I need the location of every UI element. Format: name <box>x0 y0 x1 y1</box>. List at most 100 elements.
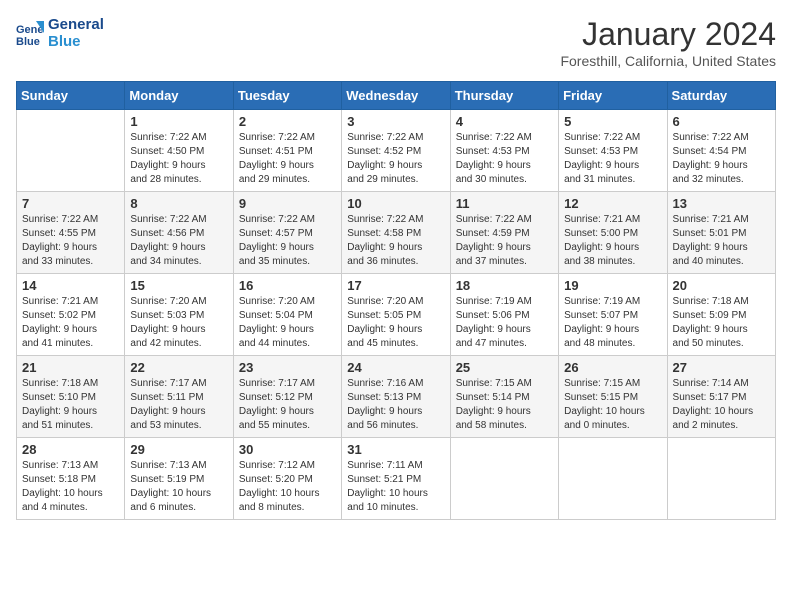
calendar-cell: 14 Sunrise: 7:21 AM Sunset: 5:02 PM Dayli… <box>17 274 125 356</box>
calendar-cell: 23Sunrise: 7:17 AM Sunset: 5:12 PM Dayli… <box>233 356 341 438</box>
calendar-cell: 29 Sunrise: 7:13 AM Sunset: 5:19 PM Dayli… <box>125 438 233 520</box>
day-info: Sunrise: 7:21 AM Sunset: 5:01 PM Dayligh… <box>673 213 770 269</box>
day-info: Sunrise: 7:22 AM Sunset: 4:56 PM Dayligh… <box>130 213 227 269</box>
calendar-cell: 4 Sunrise: 7:22 AM Sunset: 4:53 PM Daylig… <box>450 110 558 192</box>
day-number: 12 <box>564 196 661 211</box>
day-number: 3 <box>347 114 444 129</box>
day-number: 14 <box>22 278 119 293</box>
day-info: Sunrise: 7:11 AM Sunset: 5:21 PM Dayligh… <box>347 459 444 515</box>
day-info: Sunrise: 7:22 AM Sunset: 4:57 PM Dayligh… <box>239 213 336 269</box>
day-number: 23 <box>239 360 336 375</box>
day-number: 25 <box>456 360 553 375</box>
logo-line1: General <box>48 16 104 33</box>
day-number: 8 <box>130 196 227 211</box>
page-header: General Blue General Blue January 2024 F… <box>16 16 776 69</box>
day-number: 6 <box>673 114 770 129</box>
day-number: 1 <box>130 114 227 129</box>
day-info: Sunrise: 7:21 AM Sunset: 5:00 PM Dayligh… <box>564 213 661 269</box>
day-number: 11 <box>456 196 553 211</box>
calendar-cell: 10 Sunrise: 7:22 AM Sunset: 4:58 PM Dayli… <box>342 192 450 274</box>
calendar-header-monday: Monday <box>125 82 233 110</box>
day-info: Sunrise: 7:16 AM Sunset: 5:13 PM Dayligh… <box>347 377 444 433</box>
calendar-cell: 24 Sunrise: 7:16 AM Sunset: 5:13 PM Dayli… <box>342 356 450 438</box>
logo-icon: General Blue <box>16 19 44 47</box>
calendar-cell: 26Sunrise: 7:15 AM Sunset: 5:15 PM Dayli… <box>559 356 667 438</box>
calendar-cell: 2Sunrise: 7:22 AM Sunset: 4:51 PM Daylig… <box>233 110 341 192</box>
calendar-cell: 9 Sunrise: 7:22 AM Sunset: 4:57 PM Daylig… <box>233 192 341 274</box>
day-number: 19 <box>564 278 661 293</box>
calendar-header-tuesday: Tuesday <box>233 82 341 110</box>
day-number: 30 <box>239 442 336 457</box>
calendar-cell: 11 Sunrise: 7:22 AM Sunset: 4:59 PM Dayli… <box>450 192 558 274</box>
day-number: 4 <box>456 114 553 129</box>
day-info: Sunrise: 7:12 AM Sunset: 5:20 PM Dayligh… <box>239 459 336 515</box>
location: Foresthill, California, United States <box>560 53 776 69</box>
calendar-table: SundayMondayTuesdayWednesdayThursdayFrid… <box>16 81 776 520</box>
calendar-week-row: 1 Sunrise: 7:22 AM Sunset: 4:50 PM Daylig… <box>17 110 776 192</box>
calendar-cell: 16 Sunrise: 7:20 AM Sunset: 5:04 PM Dayli… <box>233 274 341 356</box>
calendar-cell: 12 Sunrise: 7:21 AM Sunset: 5:00 PM Dayli… <box>559 192 667 274</box>
calendar-cell: 7 Sunrise: 7:22 AM Sunset: 4:55 PM Daylig… <box>17 192 125 274</box>
day-info: Sunrise: 7:20 AM Sunset: 5:05 PM Dayligh… <box>347 295 444 351</box>
day-info: Sunrise: 7:14 AM Sunset: 5:17 PM Dayligh… <box>673 377 770 433</box>
calendar-cell: 5Sunrise: 7:22 AM Sunset: 4:53 PM Daylig… <box>559 110 667 192</box>
day-info: Sunrise: 7:19 AM Sunset: 5:07 PM Dayligh… <box>564 295 661 351</box>
calendar-cell: 30 Sunrise: 7:12 AM Sunset: 5:20 PM Dayli… <box>233 438 341 520</box>
day-info: Sunrise: 7:22 AM Sunset: 4:53 PM Dayligh… <box>564 131 661 187</box>
day-info: Sunrise: 7:20 AM Sunset: 5:04 PM Dayligh… <box>239 295 336 351</box>
calendar-cell: 20Sunrise: 7:18 AM Sunset: 5:09 PM Dayli… <box>667 274 775 356</box>
calendar-cell: 15Sunrise: 7:20 AM Sunset: 5:03 PM Dayli… <box>125 274 233 356</box>
day-info: Sunrise: 7:18 AM Sunset: 5:09 PM Dayligh… <box>673 295 770 351</box>
day-info: Sunrise: 7:22 AM Sunset: 4:54 PM Dayligh… <box>673 131 770 187</box>
day-number: 31 <box>347 442 444 457</box>
calendar-cell: 8 Sunrise: 7:22 AM Sunset: 4:56 PM Daylig… <box>125 192 233 274</box>
logo-line2: Blue <box>48 33 104 50</box>
day-info: Sunrise: 7:22 AM Sunset: 4:53 PM Dayligh… <box>456 131 553 187</box>
day-info: Sunrise: 7:22 AM Sunset: 4:59 PM Dayligh… <box>456 213 553 269</box>
day-number: 22 <box>130 360 227 375</box>
day-number: 18 <box>456 278 553 293</box>
day-number: 29 <box>130 442 227 457</box>
day-number: 28 <box>22 442 119 457</box>
day-number: 9 <box>239 196 336 211</box>
calendar-header-sunday: Sunday <box>17 82 125 110</box>
calendar-cell: 6 Sunrise: 7:22 AM Sunset: 4:54 PM Daylig… <box>667 110 775 192</box>
day-info: Sunrise: 7:22 AM Sunset: 4:55 PM Dayligh… <box>22 213 119 269</box>
day-number: 24 <box>347 360 444 375</box>
calendar-header-row: SundayMondayTuesdayWednesdayThursdayFrid… <box>17 82 776 110</box>
day-number: 27 <box>673 360 770 375</box>
calendar-cell: 31 Sunrise: 7:11 AM Sunset: 5:21 PM Dayli… <box>342 438 450 520</box>
day-number: 2 <box>239 114 336 129</box>
day-number: 7 <box>22 196 119 211</box>
day-number: 17 <box>347 278 444 293</box>
calendar-header-wednesday: Wednesday <box>342 82 450 110</box>
calendar-cell <box>667 438 775 520</box>
calendar-cell: 13Sunrise: 7:21 AM Sunset: 5:01 PM Dayli… <box>667 192 775 274</box>
calendar-cell: 3Sunrise: 7:22 AM Sunset: 4:52 PM Daylig… <box>342 110 450 192</box>
day-info: Sunrise: 7:22 AM Sunset: 4:50 PM Dayligh… <box>130 131 227 187</box>
calendar-cell <box>450 438 558 520</box>
day-number: 21 <box>22 360 119 375</box>
calendar-cell: 28Sunrise: 7:13 AM Sunset: 5:18 PM Dayli… <box>17 438 125 520</box>
calendar-cell: 1 Sunrise: 7:22 AM Sunset: 4:50 PM Daylig… <box>125 110 233 192</box>
title-section: January 2024 Foresthill, California, Uni… <box>560 16 776 69</box>
logo: General Blue General Blue <box>16 16 104 51</box>
svg-text:Blue: Blue <box>16 36 40 47</box>
day-number: 16 <box>239 278 336 293</box>
calendar-cell: 22 Sunrise: 7:17 AM Sunset: 5:11 PM Dayli… <box>125 356 233 438</box>
day-info: Sunrise: 7:15 AM Sunset: 5:14 PM Dayligh… <box>456 377 553 433</box>
day-info: Sunrise: 7:18 AM Sunset: 5:10 PM Dayligh… <box>22 377 119 433</box>
day-number: 10 <box>347 196 444 211</box>
calendar-cell: 19 Sunrise: 7:19 AM Sunset: 5:07 PM Dayli… <box>559 274 667 356</box>
calendar-cell: 21 Sunrise: 7:18 AM Sunset: 5:10 PM Dayli… <box>17 356 125 438</box>
day-info: Sunrise: 7:13 AM Sunset: 5:19 PM Dayligh… <box>130 459 227 515</box>
calendar-week-row: 7 Sunrise: 7:22 AM Sunset: 4:55 PM Daylig… <box>17 192 776 274</box>
calendar-header-saturday: Saturday <box>667 82 775 110</box>
day-info: Sunrise: 7:17 AM Sunset: 5:11 PM Dayligh… <box>130 377 227 433</box>
day-info: Sunrise: 7:22 AM Sunset: 4:58 PM Dayligh… <box>347 213 444 269</box>
day-info: Sunrise: 7:21 AM Sunset: 5:02 PM Dayligh… <box>22 295 119 351</box>
day-number: 15 <box>130 278 227 293</box>
calendar-cell: 25 Sunrise: 7:15 AM Sunset: 5:14 PM Dayli… <box>450 356 558 438</box>
month-title: January 2024 <box>560 16 776 53</box>
calendar-cell: 17 Sunrise: 7:20 AM Sunset: 5:05 PM Dayli… <box>342 274 450 356</box>
